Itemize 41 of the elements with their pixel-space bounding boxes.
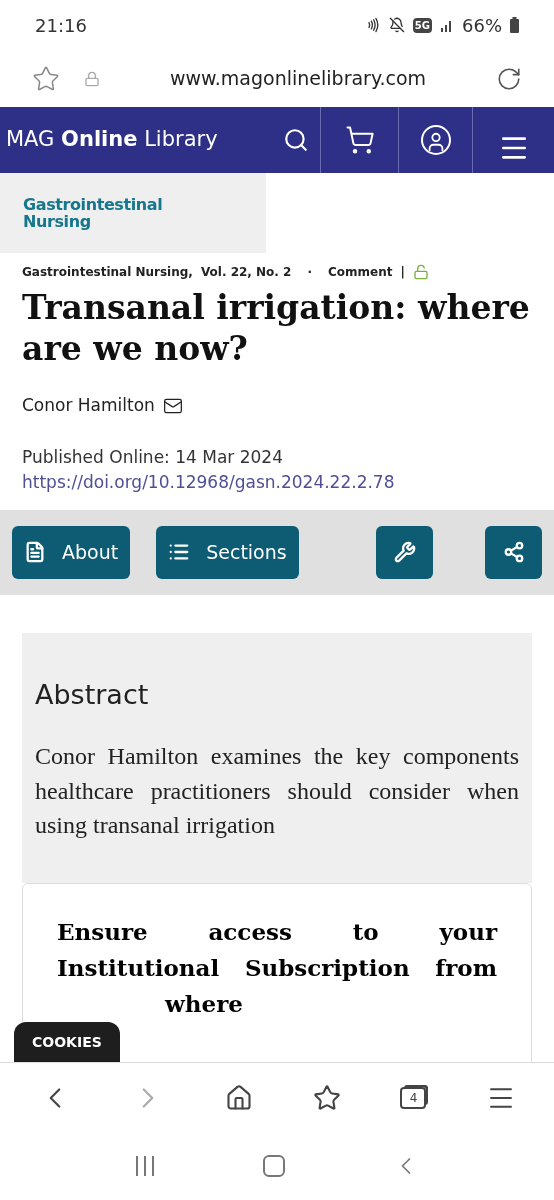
signal-icon — [440, 18, 454, 32]
article-title: Transanal irrigation: where are we now? — [22, 287, 531, 369]
url-text[interactable]: www.magonlinelibrary.com — [124, 64, 472, 93]
abstract-text: Conor Hamilton examines the key components healthcare practitioners should consider when using transanal irrigation — [35, 742, 519, 840]
journal-logo[interactable]: Gastrointestinal Nursing — [23, 196, 266, 230]
home-icon[interactable] — [225, 1083, 254, 1112]
separator-dot: · — [307, 264, 312, 281]
toolbar-button[interactable]: Sections — [156, 525, 299, 579]
battery-icon — [510, 17, 519, 33]
document-icon — [24, 541, 46, 563]
share-icon — [502, 541, 525, 563]
toolbar-button[interactable]: About — [12, 525, 131, 579]
author-name[interactable]: Conor Hamilton — [22, 393, 155, 419]
list-icon — [168, 541, 191, 563]
account-icon[interactable] — [420, 125, 451, 155]
bookmark-star-icon[interactable] — [32, 64, 60, 93]
issue-number[interactable]: Vol. 22, No. 2 — [200, 263, 292, 281]
doi-link[interactable]: https://doi.org/10.12968/gasn.2024.22.2.78 — [22, 470, 532, 496]
battery-level: 66% — [462, 13, 502, 38]
article-type: Comment — [328, 264, 393, 281]
cart-icon[interactable] — [344, 125, 375, 155]
search-icon[interactable] — [283, 127, 309, 153]
wrench-icon — [393, 541, 416, 563]
abstract-heading: Abstract — [35, 677, 150, 712]
cookies-button[interactable]: COOKIES — [14, 1022, 120, 1062]
bookmarks-icon[interactable] — [312, 1083, 341, 1112]
tabs-button[interactable]: 4 — [400, 1086, 427, 1109]
clock: 21:16 — [35, 13, 87, 38]
access-heading-end: where — [163, 988, 244, 1019]
icon-button[interactable] — [376, 525, 433, 579]
journal-name[interactable]: Gastrointestinal Nursing, — [22, 263, 193, 281]
home-button[interactable] — [263, 1155, 285, 1177]
mute-icon — [388, 17, 405, 33]
reload-icon[interactable] — [496, 65, 522, 92]
site-logo[interactable]: MAG Online Library — [0, 107, 272, 173]
icon-button[interactable] — [485, 525, 542, 579]
lock-icon — [84, 70, 100, 87]
recent-apps-icon[interactable] — [133, 1155, 156, 1177]
published-date: Published Online: 14 Mar 2024 — [22, 445, 284, 469]
network-label: 5G — [412, 17, 432, 33]
pipe-separator: | — [400, 264, 405, 281]
